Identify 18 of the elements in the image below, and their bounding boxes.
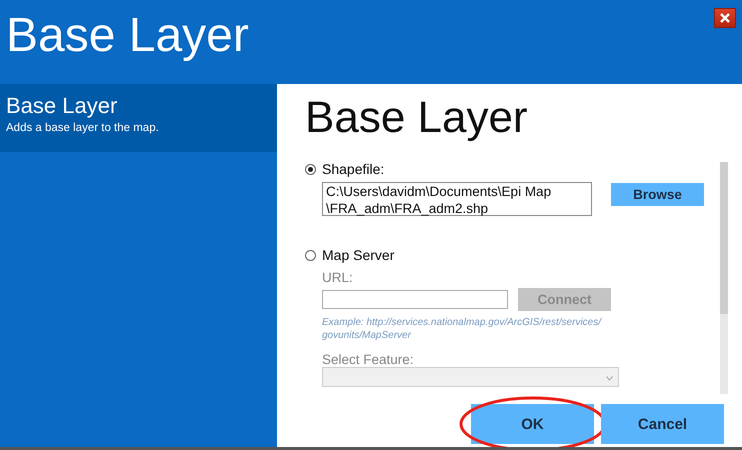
radio-label: Shapefile: — [322, 161, 384, 177]
scrollbar[interactable] — [720, 162, 728, 394]
feature-label: Select Feature: — [322, 352, 415, 367]
close-icon — [720, 13, 730, 23]
dialog-button[interactable]: Cancel — [601, 404, 724, 444]
browse-button[interactable]: Browse — [611, 183, 704, 206]
example-hint: Example: http://services.nationalmap.gov/ArcGIS/rest/services/ govunits/MapServer — [322, 316, 603, 342]
radio-label: Map Server — [322, 247, 394, 263]
sidebar-item[interactable]: Base Layer Adds a base layer to the map. — [0, 84, 277, 152]
chevron-icon — [606, 376, 613, 381]
dialog-button[interactable]: OK — [471, 404, 594, 444]
url-label: URL: — [322, 270, 354, 285]
panel-heading: Base Layer — [304, 92, 529, 144]
path-field[interactable]: C:\Users\davidm\Documents\Epi Map \FRA_adm\FRA_adm2.shp — [322, 182, 592, 216]
close-button[interactable] — [714, 8, 736, 28]
scrollbar-thumb[interactable] — [720, 162, 728, 314]
window-title: Base Layer — [5, 8, 249, 64]
radio-button[interactable] — [305, 164, 316, 174]
